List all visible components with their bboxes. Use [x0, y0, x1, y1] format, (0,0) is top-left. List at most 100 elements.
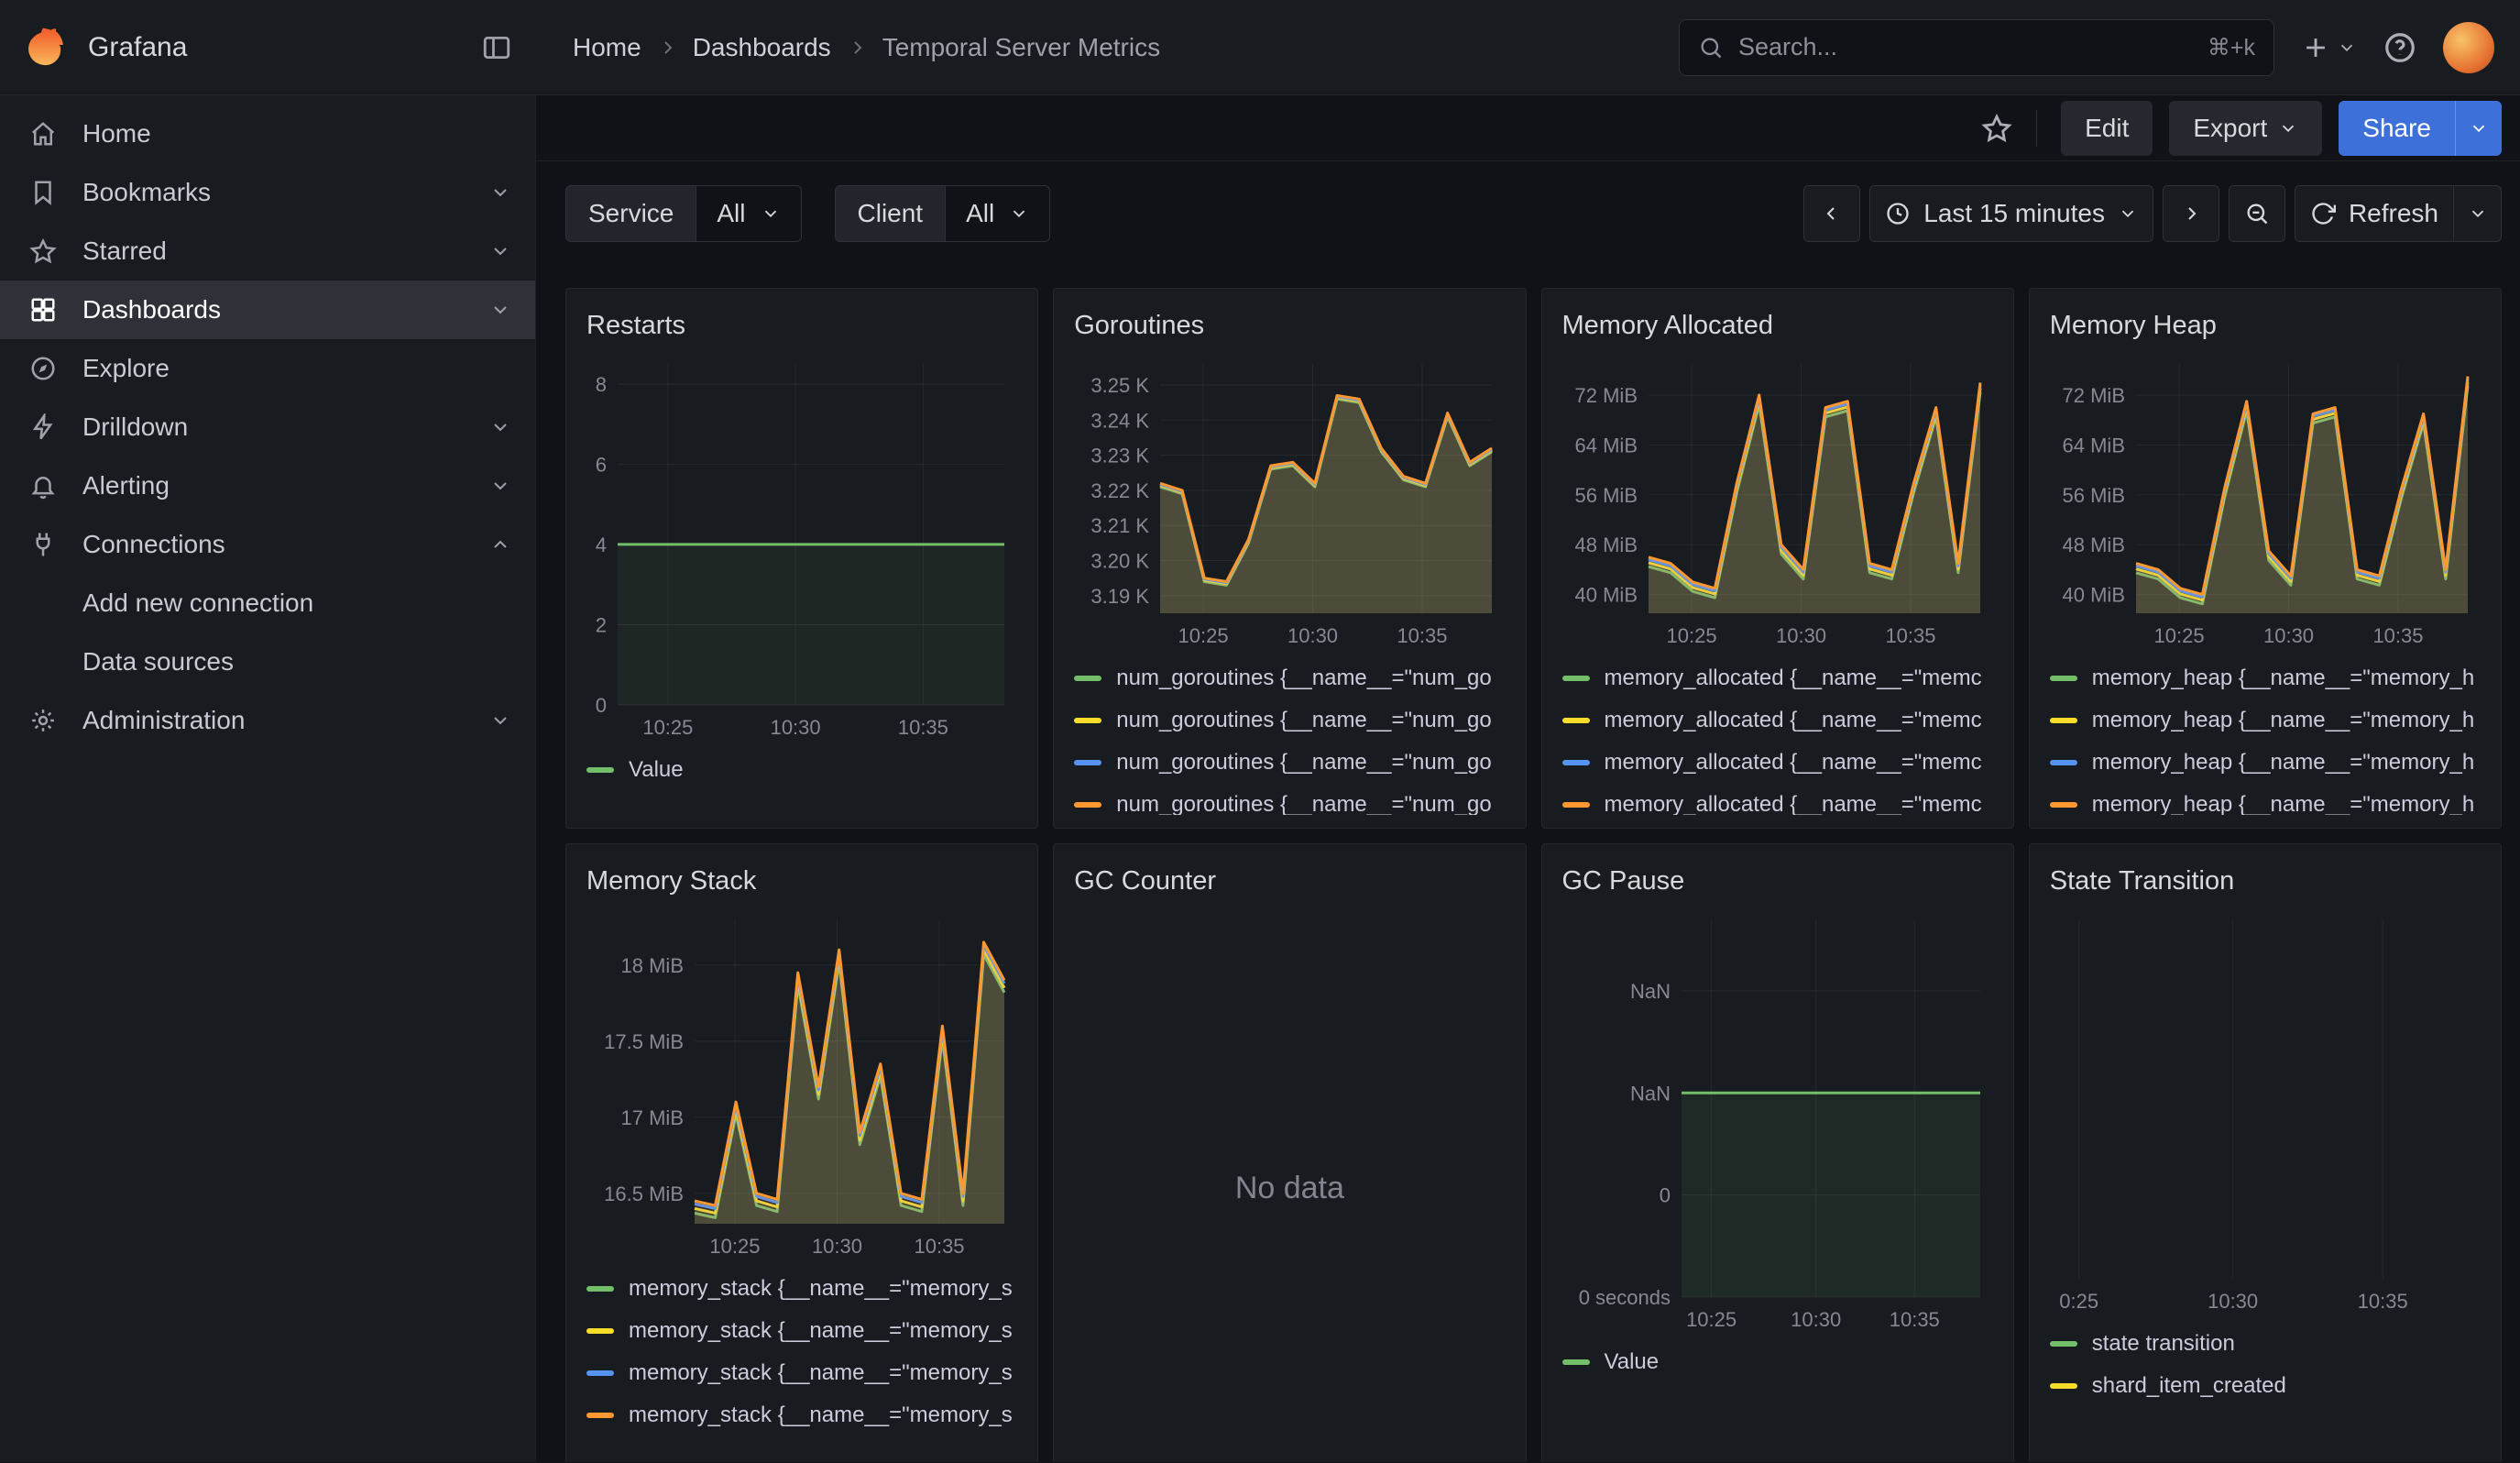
home-icon — [29, 120, 59, 148]
legend-item[interactable]: memory_allocated {__name__="memc — [1562, 699, 1993, 742]
zoom-out-button[interactable] — [2229, 185, 2285, 242]
chevron-down-icon[interactable] — [489, 182, 511, 204]
client-filter-value[interactable]: All — [946, 185, 1050, 242]
sidebar-item-label: Add new connection — [82, 588, 313, 618]
chevron-down-icon[interactable] — [489, 475, 511, 497]
panel-title[interactable]: Goroutines — [1074, 302, 1505, 349]
svg-text:10:30: 10:30 — [1287, 624, 1338, 647]
share-button[interactable]: Share — [2339, 101, 2455, 156]
service-filter-label: Service — [565, 185, 696, 242]
legend-item[interactable]: num_goroutines {__name__="num_go — [1074, 784, 1505, 815]
legend-item[interactable]: memory_heap {__name__="memory_h — [2050, 784, 2481, 815]
sidebar-item-dashboards[interactable]: Dashboards — [0, 280, 535, 339]
share-button-group: Share — [2339, 101, 2502, 156]
svg-text:56 MiB: 56 MiB — [1574, 484, 1637, 507]
legend-swatch — [1074, 760, 1101, 765]
legend-item[interactable]: shard_item_created — [2050, 1365, 2481, 1407]
svg-text:0 seconds: 0 seconds — [1578, 1286, 1670, 1309]
svg-text:10:30: 10:30 — [2208, 1290, 2258, 1313]
sidebar-item-alerting[interactable]: Alerting — [0, 456, 535, 515]
chevron-down-icon[interactable] — [489, 299, 511, 321]
dashboard-toolbar: Edit Export Share — [536, 95, 2520, 161]
legend-item[interactable]: state transition — [2050, 1323, 2481, 1365]
breadcrumb-home[interactable]: Home — [573, 33, 641, 62]
legend-item[interactable]: memory_heap {__name__="memory_h — [2050, 699, 2481, 742]
favorite-star-button[interactable] — [1981, 113, 2012, 144]
breadcrumb-dashboards[interactable]: Dashboards — [693, 33, 831, 62]
sidebar-item-label: Dashboards — [82, 295, 221, 324]
legend-swatch — [2050, 760, 2077, 765]
time-shift-back-button[interactable] — [1803, 185, 1860, 242]
service-filter: Service All — [565, 185, 802, 242]
refresh-button[interactable]: Refresh — [2295, 185, 2454, 242]
legend-item[interactable]: memory_heap {__name__="memory_h — [2050, 742, 2481, 784]
legend-item[interactable]: memory_stack {__name__="memory_s — [586, 1394, 1017, 1436]
add-new-button[interactable] — [2300, 32, 2357, 63]
share-menu-button[interactable] — [2455, 101, 2502, 156]
sidebar-item-label: Home — [82, 119, 151, 148]
panel-title[interactable]: State Transition — [2050, 857, 2481, 905]
chevron-left-icon — [1821, 203, 1843, 225]
refresh-interval-button[interactable] — [2454, 185, 2502, 242]
svg-text:NaN: NaN — [1629, 1082, 1670, 1105]
panel-title[interactable]: GC Counter — [1074, 857, 1505, 905]
chevron-down-icon[interactable] — [489, 710, 511, 732]
legend-item[interactable]: memory_stack {__name__="memory_s — [586, 1268, 1017, 1310]
chevron-down-icon[interactable] — [489, 416, 511, 438]
sidebar-item-add-new-connection[interactable]: Add new connection — [0, 574, 535, 632]
legend-item[interactable]: memory_allocated {__name__="memc — [1562, 784, 1993, 815]
edit-button[interactable]: Edit — [2061, 101, 2153, 156]
legend-item[interactable]: Value — [1562, 1341, 1993, 1383]
panel-title[interactable]: GC Pause — [1562, 857, 1993, 905]
panel-title[interactable]: Restarts — [586, 302, 1017, 349]
chevron-down-icon — [2337, 38, 2357, 58]
panel-title[interactable]: Memory Allocated — [1562, 302, 1993, 349]
legend-item[interactable]: num_goroutines {__name__="num_go — [1074, 657, 1505, 699]
chevron-down-icon[interactable] — [489, 240, 511, 262]
legend-item[interactable]: num_goroutines {__name__="num_go — [1074, 742, 1505, 784]
svg-text:56 MiB: 56 MiB — [2062, 484, 2124, 507]
sidebar-toggle-button[interactable] — [481, 32, 512, 63]
legend-label: shard_item_created — [2092, 1373, 2286, 1399]
sidebar-item-connections[interactable]: Connections — [0, 515, 535, 574]
legend-item[interactable]: memory_stack {__name__="memory_s — [586, 1352, 1017, 1394]
legend-item[interactable]: memory_allocated {__name__="memc — [1562, 657, 1993, 699]
sidebar-item-bookmarks[interactable]: Bookmarks — [0, 163, 535, 222]
svg-text:72 MiB: 72 MiB — [2062, 384, 2124, 407]
sidebar-item-label: Administration — [82, 706, 245, 735]
svg-text:48 MiB: 48 MiB — [2062, 534, 2124, 556]
panel-title[interactable]: Memory Heap — [2050, 302, 2481, 349]
chevron-up-icon[interactable] — [489, 534, 511, 556]
legend-swatch — [1562, 802, 1590, 808]
legend-item[interactable]: memory_stack {__name__="memory_s — [586, 1310, 1017, 1352]
legend-item[interactable]: Value — [586, 749, 1017, 791]
panel-title[interactable]: Memory Stack — [586, 857, 1017, 905]
legend-item[interactable]: memory_heap {__name__="memory_h — [2050, 657, 2481, 699]
compass-icon — [29, 355, 59, 382]
zoom-out-icon — [2244, 201, 2270, 226]
bell-icon — [29, 472, 59, 500]
service-filter-value[interactable]: All — [696, 185, 801, 242]
legend-swatch — [2050, 676, 2077, 681]
export-button[interactable]: Export — [2169, 101, 2322, 156]
plus-icon — [2300, 32, 2331, 63]
help-button[interactable] — [2383, 30, 2417, 65]
time-range-picker[interactable]: Last 15 minutes — [1869, 185, 2153, 242]
legend-item[interactable]: num_goroutines {__name__="num_go — [1074, 699, 1505, 742]
search-box[interactable]: ⌘+k — [1679, 19, 2274, 76]
svg-text:3.20 K: 3.20 K — [1091, 550, 1150, 573]
search-input[interactable] — [1738, 33, 2193, 61]
legend-item[interactable]: memory_allocated {__name__="memc — [1562, 742, 1993, 784]
legend-swatch — [1562, 676, 1590, 681]
user-avatar[interactable] — [2443, 22, 2494, 73]
sidebar-item-home[interactable]: Home — [0, 104, 535, 163]
sidebar-item-starred[interactable]: Starred — [0, 222, 535, 280]
sidebar-item-explore[interactable]: Explore — [0, 339, 535, 398]
sidebar-item-data-sources[interactable]: Data sources — [0, 632, 535, 691]
sidebar-item-drilldown[interactable]: Drilldown — [0, 398, 535, 456]
panel-memory-allocated: Memory Allocated 72 MiB64 MiB56 MiB48 Mi… — [1541, 288, 2014, 829]
time-shift-forward-button[interactable] — [2163, 185, 2219, 242]
legend-swatch — [2050, 802, 2077, 808]
sidebar-item-administration[interactable]: Administration — [0, 691, 535, 750]
svg-text:18 MiB: 18 MiB — [621, 954, 684, 977]
